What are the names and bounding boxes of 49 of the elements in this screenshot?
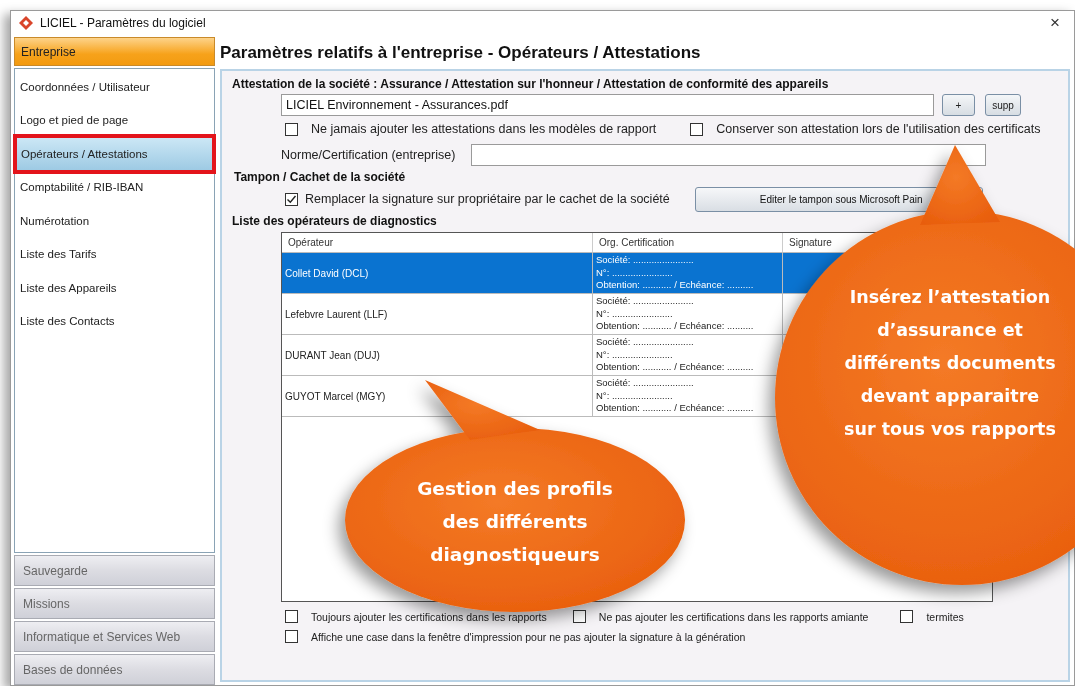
close-button[interactable]: × <box>1044 13 1066 33</box>
checkbox-label: Ne pas ajouter les certifications dans les rapports amiante <box>598 610 869 623</box>
table-cell[interactable]: Lefebvre Laurent (LLF) <box>282 294 593 334</box>
checkbox[interactable] <box>285 192 298 206</box>
checkbox-label: Toujours ajouter les certifications dans les rapports <box>311 610 547 623</box>
sidebar-item[interactable]: Opérateurs / Attestations <box>16 137 213 171</box>
field-label: Norme/Certification (entreprise) <box>281 147 456 162</box>
sidebar-item[interactable]: Coordonnées / Utilisateur <box>15 70 214 104</box>
table-cell[interactable]: DURANT Jean (DUJ) <box>282 335 593 375</box>
table-cell: Société: ....................... N°: ....................... Obtention: ........... / Echéance: .......... <box>593 294 783 334</box>
sidebar-section[interactable]: Informatique et Services Web <box>14 621 215 652</box>
page-title: Paramètres relatifs à l'entreprise - Opérateurs / Attestations <box>220 42 702 64</box>
sidebar-item[interactable]: Numérotation <box>15 204 214 238</box>
sidebar-item[interactable]: Logo et pied de page <box>15 103 214 137</box>
table-cell[interactable]: GUYOT Marcel (MGY) <box>282 376 593 416</box>
sidebar-section[interactable]: Sauvegarde <box>14 555 215 586</box>
checkbox-label: Conserver son attestation lors de l'utilisation des certificats <box>716 122 1041 136</box>
sidebar-section[interactable]: Bases de données <box>14 654 215 685</box>
sidebar-item[interactable]: Liste des Tarifs <box>15 237 214 271</box>
checkbox[interactable] <box>285 630 298 643</box>
checkbox-label: Remplacer la signature sur propriétaire par le cachet de la société <box>305 192 670 206</box>
app-logo-icon <box>19 16 33 30</box>
norme-field[interactable] <box>471 143 987 166</box>
table-cell: Société: ....................... N°: ....................... Obtention: ........... / Echéance: .......... <box>593 253 783 293</box>
checkbox[interactable] <box>900 610 914 623</box>
section-heading: Liste des opérateurs de diagnostics <box>232 213 438 230</box>
checkbox[interactable] <box>285 122 298 136</box>
sidebar-section[interactable]: Missions <box>14 588 215 619</box>
column-header[interactable]: Org. Certification <box>593 233 783 252</box>
checkbox-label: Ne jamais ajouter les attestations dans les modèles de rapport <box>311 122 657 136</box>
column-header[interactable]: Opérateur <box>282 233 593 252</box>
window-title: LICIEL - Paramètres du logiciel <box>40 16 207 30</box>
checkbox[interactable] <box>572 610 586 623</box>
file-field[interactable]: LICIEL Environnement - Assurances.pdf <box>281 94 934 116</box>
sidebar-item[interactable]: Comptabilité / RIB-IBAN <box>15 170 214 204</box>
sidebar-item[interactable]: Liste des Contacts <box>15 304 214 338</box>
callout-text: Insérez l’attestation d’assurance et différents documents devant apparaitre sur tous vos rapports <box>843 286 1057 441</box>
callout-text: Gestion des profils des différents diagnostiqueurs <box>416 477 614 567</box>
section-heading: Attestation de la société : Assurance / Attestation sur l'honneur / Attestation de conformité des appareils <box>232 76 830 93</box>
checkbox-label: Affiche une case dans la fenêtre d'impression pour ne pas ajouter la signature à la génération <box>311 630 746 643</box>
section-heading: Tampon / Cachet de la société <box>233 169 407 186</box>
add-button[interactable]: + <box>942 94 975 116</box>
sidebar-header[interactable]: Entreprise <box>14 37 215 66</box>
sidebar-item[interactable]: Liste des Appareils <box>15 271 214 305</box>
delete-button[interactable]: supp <box>985 94 1021 116</box>
checkbox[interactable] <box>285 610 298 623</box>
table-cell[interactable]: Collet David (DCL) <box>282 253 593 293</box>
checkbox[interactable] <box>690 122 704 136</box>
checkbox-label: termites <box>926 610 964 623</box>
